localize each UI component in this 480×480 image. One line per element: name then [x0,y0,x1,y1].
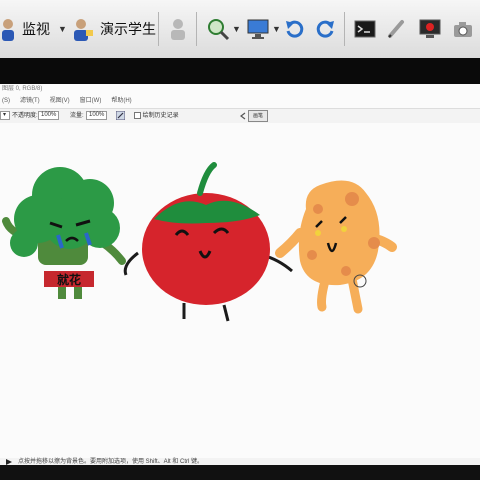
menu-item-help[interactable]: 帮助(H) [111,95,131,107]
app-toolbar: 监视 ▼ 演示学生 ▼ ▼ [0,0,480,59]
student-disabled-button[interactable] [168,0,188,58]
zoom-button[interactable]: ▼ [206,0,241,58]
command-button[interactable] [354,0,376,58]
flow-field[interactable]: 100% [86,109,108,123]
terminal-icon [354,20,376,38]
panel-collapse-icon[interactable] [238,111,248,121]
airbrush-icon [115,110,126,121]
history-checkbox[interactable]: 绘制历史记录 [134,109,179,123]
document-title: 图层 0, RGB/8) [0,84,480,95]
menu-item-select[interactable]: (S) [2,95,10,107]
magnifier-icon [208,19,230,41]
opacity-label: 不透明度: [12,113,38,119]
demo-student-button[interactable]: 演示学生 [72,0,156,58]
menu-item-filter[interactable]: 滤镜(T) [20,95,40,107]
screen-border [0,58,480,84]
menu-bar: (S) 滤镜(T) 视图(V) 窗口(W) 帮助(H) [0,95,480,107]
chevron-down-icon[interactable]: ▼ [272,24,281,34]
monitor-button[interactable]: 监视 ▼ [0,0,67,58]
opacity-value[interactable]: 100% [38,110,60,120]
menu-item-view[interactable]: 视图(V) [50,95,70,107]
flow-value[interactable]: 100% [86,110,108,120]
toolbar-divider [158,12,159,46]
chevron-down-icon[interactable]: ▼ [58,24,67,34]
screen-button[interactable]: ▼ [246,0,281,58]
redo-button[interactable] [316,0,336,58]
redo-icon [316,20,334,38]
toolbar-divider [196,12,197,46]
student-icon [74,19,93,41]
history-label: 绘制历史记录 [142,113,179,119]
broadcast-button[interactable] [418,0,442,58]
brush-panel-tab[interactable]: 画笔 [248,110,268,122]
menu-item-window[interactable]: 窗口(W) [80,95,102,107]
user-icon [2,19,14,41]
photoshop-window: 图层 0, RGB/8) (S) 滤镜(T) 视图(V) 窗口(W) 帮助(H)… [0,84,480,466]
demo-student-label: 演示学生 [100,21,156,37]
toolbar-divider [344,12,345,46]
chevron-down-icon[interactable]: ▼ [232,24,241,34]
undo-icon [286,20,304,38]
airbrush-button[interactable] [115,109,126,123]
opacity-field[interactable]: 100% [38,109,60,123]
undo-button[interactable] [284,0,304,58]
pen-icon [388,20,404,38]
camera-icon [454,22,472,37]
monitor-icon [247,19,269,39]
screen-record-icon [419,19,441,38]
monitor-label: 监视 [22,21,50,37]
drawing-canvas[interactable]: 就花 [0,123,480,453]
broccoli-label: 就花 [57,272,81,287]
pen-button[interactable] [386,0,406,58]
user-gray-icon [171,19,185,40]
options-dropdown[interactable]: ▾ [0,109,10,123]
camera-button[interactable] [452,0,474,58]
screen-bottom-border [0,465,480,480]
flow-label: 流量: [70,113,84,119]
